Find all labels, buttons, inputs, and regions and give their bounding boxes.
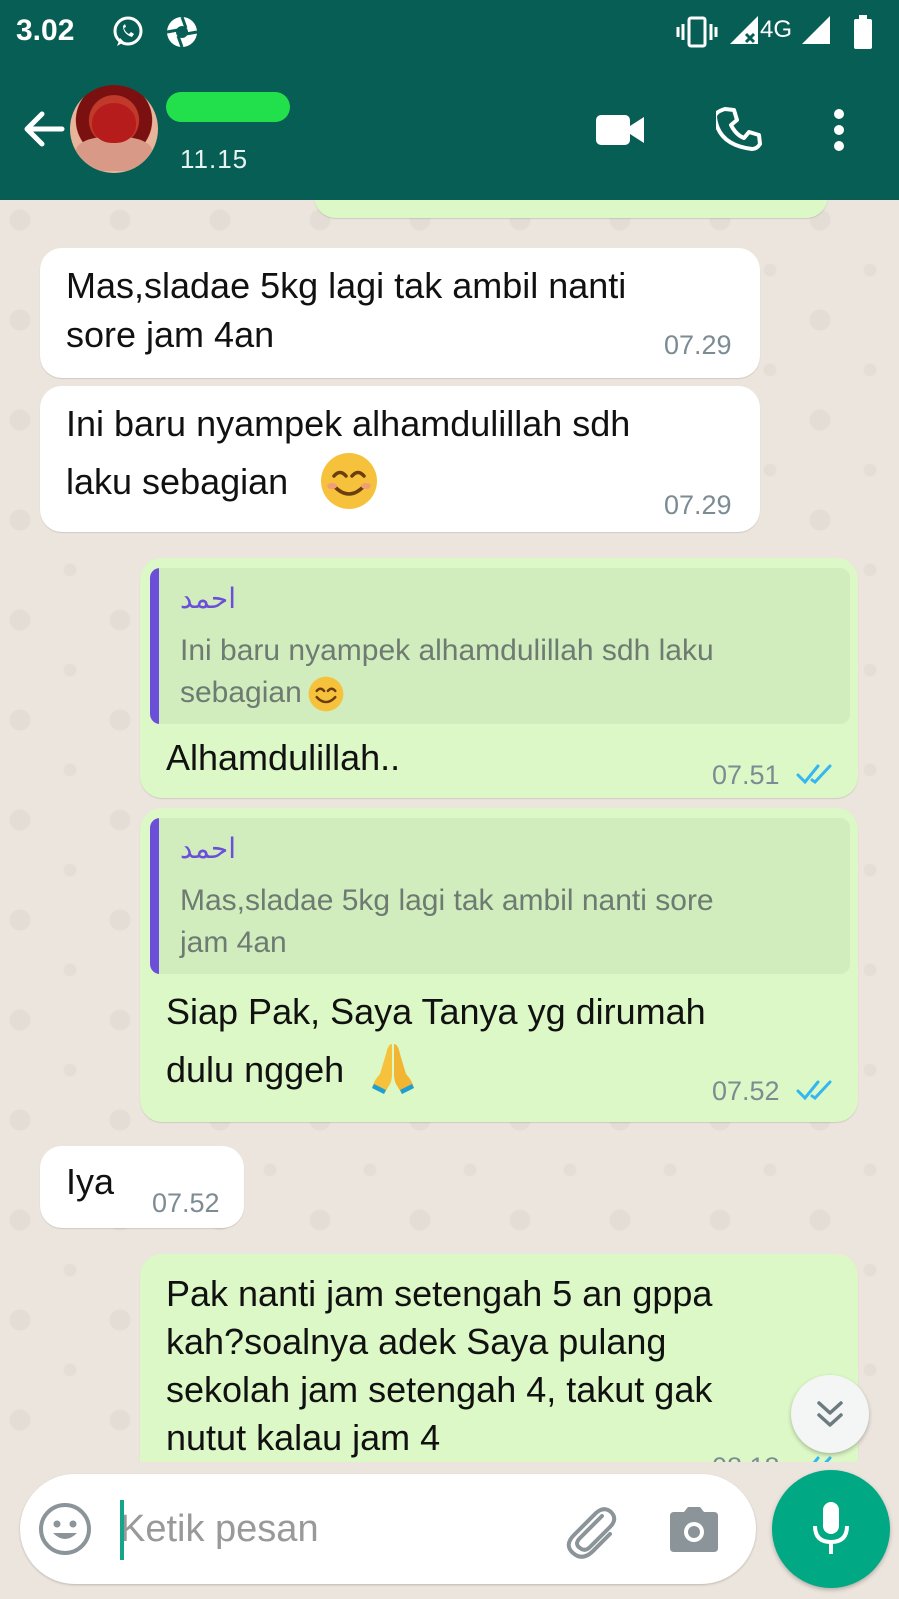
message-bubble-incoming[interactable]: Ini baru nyampek alhamdulillah sdh laku … — [40, 386, 760, 532]
message-text: Ini baru nyampek alhamdulillah sdh — [66, 403, 631, 444]
quote-text: Ini baru nyampek alhamdulillah sdh laku — [180, 634, 714, 667]
smiling-face-emoji — [308, 676, 344, 712]
message-text: kah?soalnya adek Saya pulang — [166, 1321, 667, 1362]
battery-icon — [854, 15, 872, 49]
message-text: Pak nanti jam setengah 5 an gppa — [166, 1273, 713, 1314]
status-bar: 3.02 4G — [0, 0, 899, 66]
smiling-face-emoji — [321, 453, 377, 509]
message-time: 07.29 — [664, 330, 732, 360]
quote-text: Mas,sladae 5kg lagi tak ambil nanti sore — [180, 884, 714, 917]
voice-call-icon[interactable] — [716, 106, 762, 152]
quote-text: sebagian — [180, 676, 302, 709]
message-bubble-incoming[interactable]: Mas,sladae 5kg lagi tak ambil nanti sore… — [40, 248, 760, 378]
vibrate-icon — [676, 16, 718, 48]
contact-name-redacted[interactable] — [166, 92, 290, 122]
message-text: Alhamdulillah.. — [166, 737, 401, 778]
message-time: 08.18 — [712, 1452, 780, 1462]
quote-author: احمد — [180, 832, 236, 865]
message-bubble-outgoing[interactable]: Pak nanti jam setengah 5 an gppa kah?soa… — [140, 1254, 858, 1462]
message-text: dulu nggeh — [166, 1049, 345, 1090]
camera-icon[interactable] — [668, 1506, 720, 1554]
message-time: 07.51 — [712, 760, 780, 790]
message-time: 07.29 — [664, 490, 732, 520]
attach-icon[interactable] — [562, 1502, 620, 1560]
mic-icon — [813, 1502, 849, 1554]
message-input[interactable] — [120, 1494, 540, 1564]
avatar[interactable] — [70, 85, 158, 173]
message-list[interactable]: Mas,sladae 5kg lagi tak ambil nanti sore… — [0, 200, 899, 1462]
read-ticks-icon — [796, 1080, 832, 1101]
last-seen: 11.15 — [180, 144, 249, 174]
voice-record-button[interactable] — [772, 1470, 890, 1588]
quote-author: احمد — [180, 582, 236, 615]
chat-header: 11.15 — [0, 66, 899, 200]
status-time: 3.02 — [16, 14, 75, 47]
shutter-icon — [166, 16, 198, 48]
message-time: 07.52 — [712, 1076, 780, 1106]
signal-icon — [730, 16, 758, 44]
text-caret — [120, 1500, 124, 1560]
message-text: sore jam 4an — [66, 314, 275, 355]
more-options-icon[interactable] — [832, 108, 846, 152]
video-call-icon[interactable] — [594, 112, 646, 148]
composer — [20, 1474, 756, 1584]
message-text: nutut kalau jam 4 — [166, 1417, 441, 1458]
emoji-icon[interactable] — [38, 1502, 92, 1556]
message-text: laku sebagian — [66, 461, 289, 502]
message-text: Mas,sladae 5kg lagi tak ambil nanti — [66, 265, 627, 306]
quoted-message[interactable]: احمد Ini baru nyampek alhamdulillah sdh … — [150, 568, 850, 724]
message-text: sekolah jam setengah 4, takut gak — [166, 1369, 713, 1410]
network-type: 4G — [760, 16, 793, 43]
quoted-message[interactable]: احمد Mas,sladae 5kg lagi tak ambil nanti… — [150, 818, 850, 974]
message-text: Siap Pak, Saya Tanya yg dirumah — [166, 991, 706, 1032]
quote-accent-bar — [150, 818, 159, 974]
back-arrow-icon[interactable] — [20, 106, 66, 152]
message-text: Iya — [66, 1161, 115, 1202]
read-ticks-icon — [812, 1456, 832, 1462]
whatsapp-icon — [113, 16, 143, 46]
scroll-down-icon — [817, 1401, 843, 1427]
message-bubble-incoming[interactable]: Iya 07.52 — [40, 1146, 244, 1228]
message-bubble-partial[interactable] — [314, 200, 828, 218]
message-time: 07.52 — [152, 1188, 220, 1218]
signal-icon — [802, 16, 830, 44]
quote-text: jam 4an — [180, 926, 287, 959]
folded-hands-emoji — [372, 1044, 414, 1094]
message-bubble-outgoing[interactable]: احمد Mas,sladae 5kg lagi tak ambil nanti… — [140, 808, 858, 1122]
scroll-to-bottom-button[interactable] — [791, 1375, 869, 1453]
read-ticks-icon — [796, 764, 832, 785]
quote-accent-bar — [150, 568, 159, 724]
message-bubble-outgoing[interactable]: احمد Ini baru nyampek alhamdulillah sdh … — [140, 558, 858, 798]
